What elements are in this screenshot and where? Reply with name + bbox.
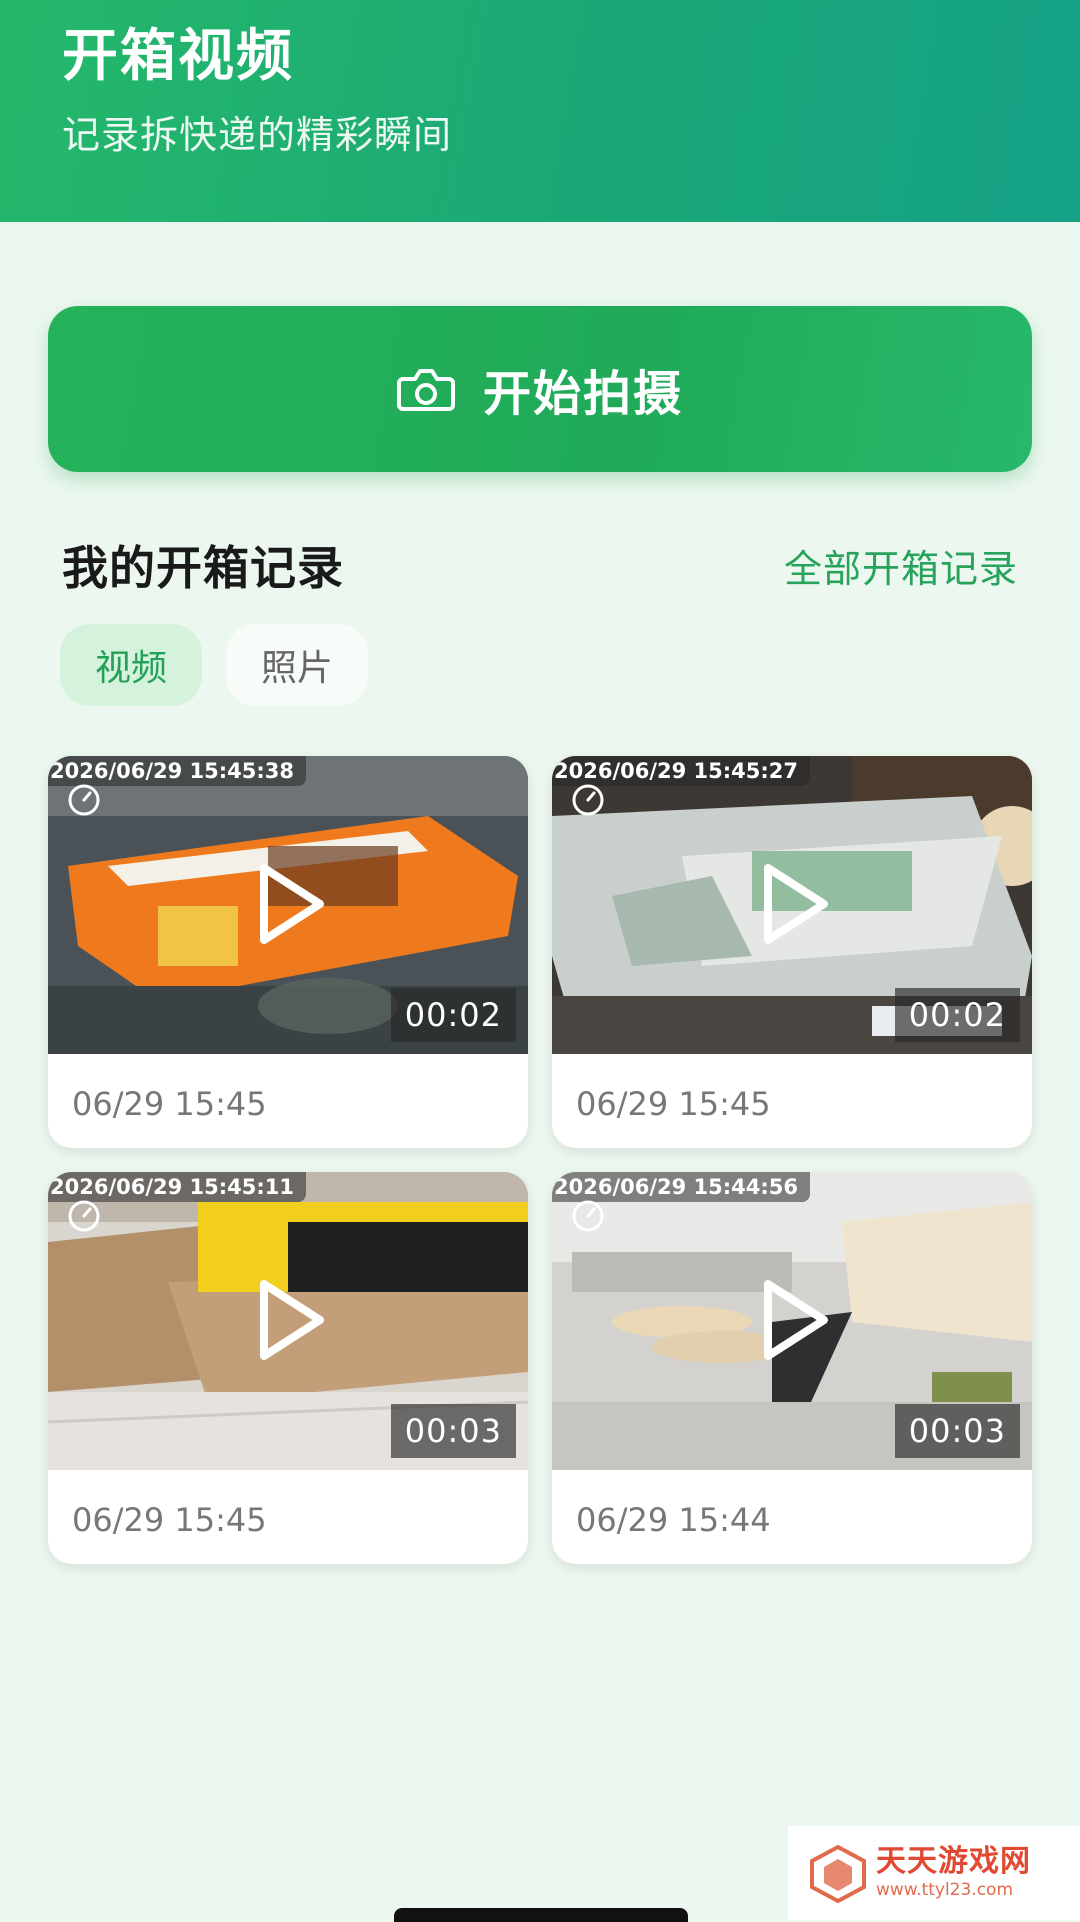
video-date: 06/29 15:44 (576, 1501, 771, 1539)
start-recording-label: 开始拍摄 (482, 366, 683, 422)
timer-icon (572, 784, 604, 816)
camera-icon (396, 369, 455, 411)
video-thumbnail[interactable]: 2026/06/29 15:44:56 00:03 (552, 1172, 1032, 1470)
tab-videos[interactable]: 视频 (60, 624, 202, 706)
page-title: 开箱视频 (62, 24, 294, 89)
video-thumbnail[interactable]: 2026/06/29 15:45:11 00:03 (48, 1172, 528, 1470)
page-subtitle: 记录拆快递的精彩瞬间 (62, 113, 453, 157)
all-records-link[interactable]: 全部开箱记录 (784, 542, 1018, 596)
video-card[interactable]: 2026/06/29 15:44:56 00:03 06/29 15:44 (552, 1172, 1032, 1564)
video-date: 06/29 15:45 (72, 1085, 267, 1123)
video-duration: 00:02 (390, 988, 516, 1042)
play-icon[interactable] (760, 862, 830, 946)
watermark-name: 天天游戏网 (876, 1844, 1031, 1879)
header: 开箱视频 记录拆快递的精彩瞬间 (0, 0, 1080, 222)
media-tabs: 视频 照片 (60, 624, 368, 706)
video-duration: 00:03 (894, 1404, 1020, 1458)
section-title: 我的开箱记录 (62, 541, 344, 595)
video-date: 06/29 15:45 (576, 1085, 771, 1123)
watermark-logo-icon (810, 1844, 866, 1903)
play-icon[interactable] (256, 862, 326, 946)
tab-photos[interactable]: 照片 (226, 624, 368, 706)
play-icon[interactable] (760, 1278, 830, 1362)
timer-icon (68, 1200, 100, 1232)
video-card[interactable]: 2026/06/29 15:45:27 00:02 06/29 15:45 (552, 756, 1032, 1148)
video-duration: 00:03 (390, 1404, 516, 1458)
watermark-text: 天天游戏网 www.ttyl23.com (876, 1845, 1031, 1901)
video-card[interactable]: 2026/06/29 15:45:11 00:03 06/29 15:45 (48, 1172, 528, 1564)
video-date: 06/29 15:45 (72, 1501, 267, 1539)
video-thumbnail[interactable]: 2026/06/29 15:45:38 00:02 (48, 756, 528, 1054)
play-icon[interactable] (256, 1278, 326, 1362)
timer-icon (68, 784, 100, 816)
site-watermark: 天天游戏网 www.ttyl23.com (788, 1826, 1080, 1920)
watermark-url: www.ttyl23.com (876, 1880, 1014, 1900)
start-recording-button[interactable]: 开始拍摄 (48, 306, 1032, 472)
video-duration: 00:02 (894, 988, 1020, 1042)
video-thumbnail[interactable]: 2026/06/29 15:45:27 00:02 (552, 756, 1032, 1054)
timer-icon (572, 1200, 604, 1232)
video-card[interactable]: 2026/06/29 15:45:38 00:02 06/29 15:45 (48, 756, 528, 1148)
